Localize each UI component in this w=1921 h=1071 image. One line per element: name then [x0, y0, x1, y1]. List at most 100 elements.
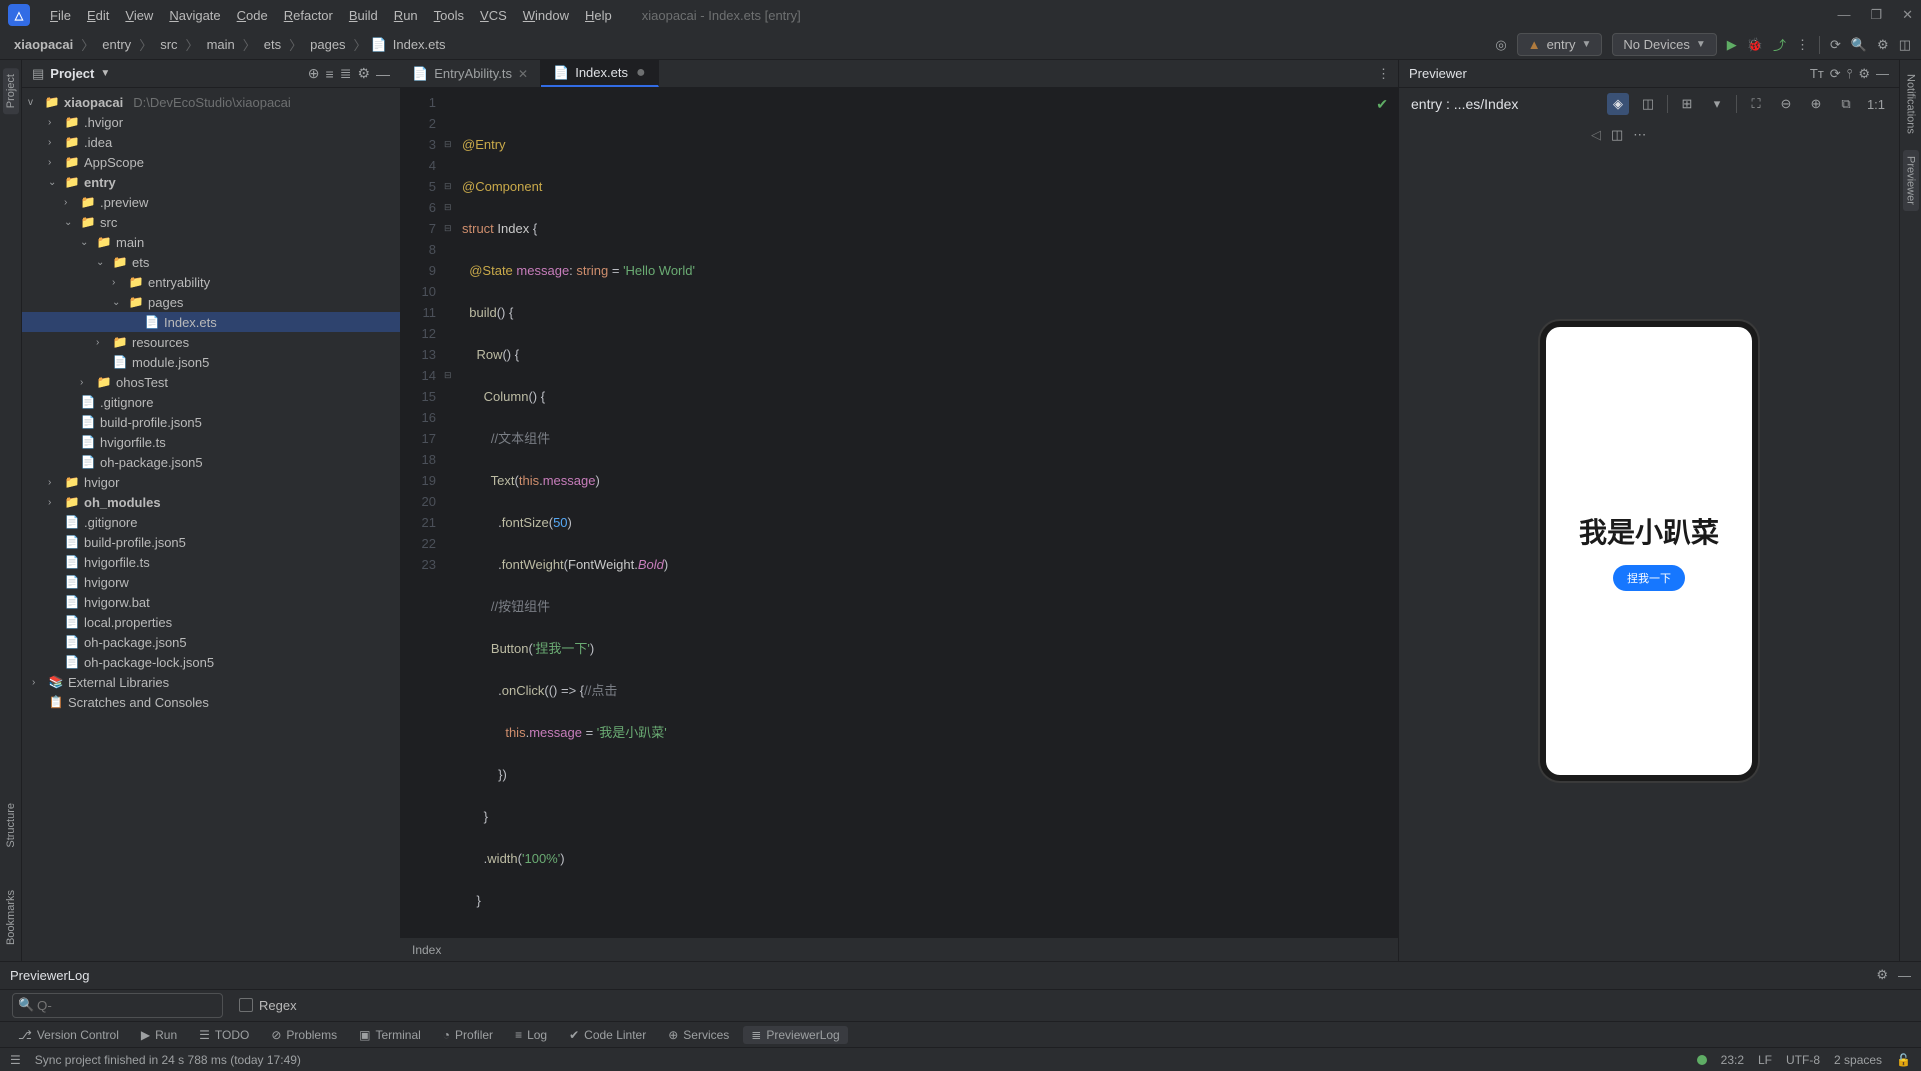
breadcrumb-item[interactable]: pages — [306, 35, 349, 54]
layers-icon[interactable]: ◫ — [1637, 93, 1659, 115]
fit-icon[interactable]: ⛶ — [1745, 93, 1767, 115]
breadcrumb-item[interactable]: xiaopacai — [10, 35, 77, 54]
tree-item[interactable]: ›📁ohosTest — [22, 372, 400, 392]
readonly-icon[interactable]: 🔓 — [1896, 1053, 1911, 1067]
tree-item[interactable]: ›📁.preview — [22, 192, 400, 212]
tree-item[interactable]: 📄hvigorw.bat — [22, 592, 400, 612]
tree-item[interactable]: 📄hvigorfile.ts — [22, 432, 400, 452]
tree-item[interactable]: ›📁oh_modules — [22, 492, 400, 512]
collapse-icon[interactable]: ≣ — [340, 65, 352, 82]
line-ending[interactable]: LF — [1758, 1053, 1772, 1067]
tree-item[interactable]: 📄.gitignore — [22, 512, 400, 532]
tree-item[interactable]: ⌄📁ets — [22, 252, 400, 272]
menu-build[interactable]: Build — [341, 4, 386, 27]
tool-problems[interactable]: ⊘Problems — [263, 1026, 345, 1044]
log-search-input[interactable] — [12, 993, 223, 1018]
log-hide-icon[interactable]: — — [1898, 968, 1911, 983]
menu-navigate[interactable]: Navigate — [161, 4, 228, 27]
minimize-icon[interactable]: — — [1837, 7, 1850, 23]
prev-settings-icon[interactable]: ⚙ — [1858, 66, 1870, 82]
tool-previewerlog[interactable]: ≣PreviewerLog — [743, 1026, 847, 1044]
maximize-icon[interactable]: ❐ — [1870, 7, 1882, 23]
grid-icon[interactable]: ⊞ — [1676, 93, 1698, 115]
tool-code-linter[interactable]: ✔Code Linter — [561, 1026, 654, 1044]
tool-services[interactable]: ⊕Services — [660, 1026, 737, 1044]
breadcrumb-item[interactable]: entry — [98, 35, 135, 54]
prev-split-icon[interactable]: ◫ — [1611, 127, 1623, 143]
tree-item[interactable]: ›📁hvigor — [22, 472, 400, 492]
settings-icon[interactable]: ⚙ — [1877, 37, 1889, 53]
inspect-icon[interactable]: ◈ — [1607, 93, 1629, 115]
structure-tool-tab[interactable]: Structure — [3, 797, 19, 854]
tree-item[interactable]: ⌄📁src — [22, 212, 400, 232]
panel-hide-icon[interactable]: — — [376, 66, 390, 82]
breadcrumb-item[interactable]: Index.ets — [389, 35, 450, 54]
tree-item[interactable]: ⌄📁main — [22, 232, 400, 252]
tree-item[interactable]: ›📚External Libraries — [22, 672, 400, 692]
tabs-more-icon[interactable]: ⋮ — [1369, 60, 1398, 87]
tool-log[interactable]: ≡Log — [507, 1026, 555, 1044]
zoom-out-icon[interactable]: ⊖ — [1775, 93, 1797, 115]
run-icon[interactable]: ▶ — [1727, 37, 1737, 53]
prev-back-icon[interactable]: ◁ — [1591, 127, 1601, 143]
tree-item[interactable]: 📄module.json5 — [22, 352, 400, 372]
inspection-ok-icon[interactable]: ✔ — [1376, 94, 1388, 115]
tree-item[interactable]: ›📁.hvigor — [22, 112, 400, 132]
tree-item[interactable]: 📄oh-package.json5 — [22, 452, 400, 472]
log-settings-icon[interactable]: ⚙ — [1876, 967, 1888, 983]
regex-checkbox[interactable]: Regex — [239, 998, 297, 1013]
menu-edit[interactable]: Edit — [79, 4, 117, 27]
project-tool-tab[interactable]: Project — [3, 68, 19, 114]
menu-run[interactable]: Run — [386, 4, 426, 27]
menu-refactor[interactable]: Refactor — [276, 4, 341, 27]
menu-window[interactable]: Window — [515, 4, 577, 27]
one-to-one-icon[interactable]: 1:1 — [1865, 93, 1887, 115]
tool-terminal[interactable]: ▣Terminal — [351, 1026, 429, 1044]
menu-file[interactable]: File — [42, 4, 79, 27]
tree-item[interactable]: 📄.gitignore — [22, 392, 400, 412]
tree-item[interactable]: 📄Index.ets — [22, 312, 400, 332]
prev-font-icon[interactable]: Tт — [1810, 66, 1824, 81]
previewer-tool-tab[interactable]: Previewer — [1903, 150, 1919, 211]
prev-pin-icon[interactable]: ⫯ — [1847, 66, 1853, 82]
device-selector[interactable]: No Devices ▼ — [1612, 33, 1716, 56]
dropdown-icon[interactable]: ▾ — [1706, 93, 1728, 115]
tree-item[interactable]: 📄oh-package-lock.json5 — [22, 652, 400, 672]
notifications-tool-tab[interactable]: Notifications — [1903, 68, 1919, 140]
project-view-dropdown[interactable]: ▼ — [100, 68, 110, 79]
tool-version-control[interactable]: ⎇Version Control — [10, 1026, 127, 1044]
preview-button[interactable]: 捏我一下 — [1613, 565, 1685, 591]
tree-item[interactable]: ›📁.idea — [22, 132, 400, 152]
panel-settings-icon[interactable]: ⚙ — [357, 65, 370, 82]
prev-hide-icon[interactable]: — — [1876, 66, 1889, 81]
target-icon[interactable]: ◎ — [1495, 37, 1506, 53]
expand-icon[interactable]: ≡ — [326, 66, 334, 82]
menu-vcs[interactable]: VCS — [472, 4, 515, 27]
external-icon[interactable]: ⧉ — [1835, 93, 1857, 115]
tree-item[interactable]: ›📁resources — [22, 332, 400, 352]
editor-tab[interactable]: 📄EntryAbility.ts✕ — [400, 60, 541, 87]
editor-breadcrumb[interactable]: Index — [400, 937, 1398, 961]
caret-position[interactable]: 23:2 — [1721, 1053, 1744, 1067]
tree-item[interactable]: 📋Scratches and Consoles — [22, 692, 400, 712]
locate-icon[interactable]: ⊕ — [308, 65, 320, 82]
menu-code[interactable]: Code — [229, 4, 276, 27]
attach-icon[interactable]: ⤴ — [1773, 35, 1786, 54]
menu-help[interactable]: Help — [577, 4, 620, 27]
tree-item[interactable]: ⌄📁pages — [22, 292, 400, 312]
bookmarks-tool-tab[interactable]: Bookmarks — [3, 884, 19, 951]
menu-tools[interactable]: Tools — [426, 4, 472, 27]
tree-item[interactable]: 📄oh-package.json5 — [22, 632, 400, 652]
tool-profiler[interactable]: ◔Profiler — [435, 1026, 501, 1044]
indent-setting[interactable]: 2 spaces — [1834, 1053, 1882, 1067]
tree-item[interactable]: 📄build-profile.json5 — [22, 532, 400, 552]
menu-view[interactable]: View — [117, 4, 161, 27]
search-icon[interactable]: 🔍 — [1851, 37, 1867, 53]
editor-tab[interactable]: 📄Index.ets● — [541, 60, 659, 87]
tool-todo[interactable]: ☰TODO — [191, 1026, 257, 1044]
tree-item[interactable]: ›📁AppScope — [22, 152, 400, 172]
breadcrumb-item[interactable]: src — [156, 35, 181, 54]
zoom-in-icon[interactable]: ⊕ — [1805, 93, 1827, 115]
tree-item[interactable]: ›📁entryability — [22, 272, 400, 292]
prev-refresh-icon[interactable]: ⟳ — [1830, 66, 1841, 82]
